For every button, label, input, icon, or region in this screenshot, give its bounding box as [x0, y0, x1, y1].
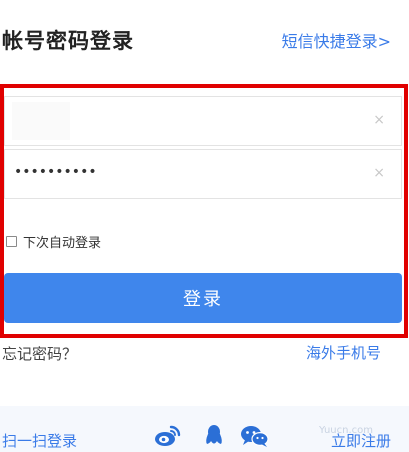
footer-bar: 扫一扫登录 Yuucn.com 立即注册	[0, 406, 409, 452]
clear-password-icon[interactable]: ×	[373, 165, 385, 181]
login-button[interactable]: 登录	[4, 273, 402, 323]
clear-account-icon[interactable]: ×	[373, 112, 385, 128]
qq-icon[interactable]	[200, 424, 228, 448]
account-field[interactable]: ×	[4, 96, 402, 146]
wechat-icon[interactable]	[240, 424, 269, 448]
weibo-icon[interactable]	[154, 424, 182, 448]
forgot-password-link[interactable]: 忘记密码？	[2, 343, 77, 364]
login-panel: 帐号密码登录 短信快捷登录> × •••••••••• × 下次自动登录 登录 …	[0, 0, 409, 452]
password-field[interactable]: •••••••••• ×	[4, 149, 402, 199]
highlighted-login-form: × •••••••••• × 下次自动登录 登录	[0, 84, 408, 338]
remember-label: 下次自动登录	[23, 236, 102, 251]
account-input[interactable]	[13, 97, 353, 145]
remember-checkbox[interactable]	[6, 236, 17, 247]
password-input[interactable]: ••••••••••	[14, 164, 97, 180]
overseas-phone-link[interactable]: 海外手机号	[306, 342, 381, 363]
sms-login-link[interactable]: 短信快捷登录>	[282, 28, 391, 52]
register-link[interactable]: 立即注册	[331, 430, 391, 451]
page-title: 帐号密码登录	[2, 29, 134, 53]
scan-login-link[interactable]: 扫一扫登录	[2, 430, 77, 451]
remember-login[interactable]: 下次自动登录	[6, 232, 101, 251]
